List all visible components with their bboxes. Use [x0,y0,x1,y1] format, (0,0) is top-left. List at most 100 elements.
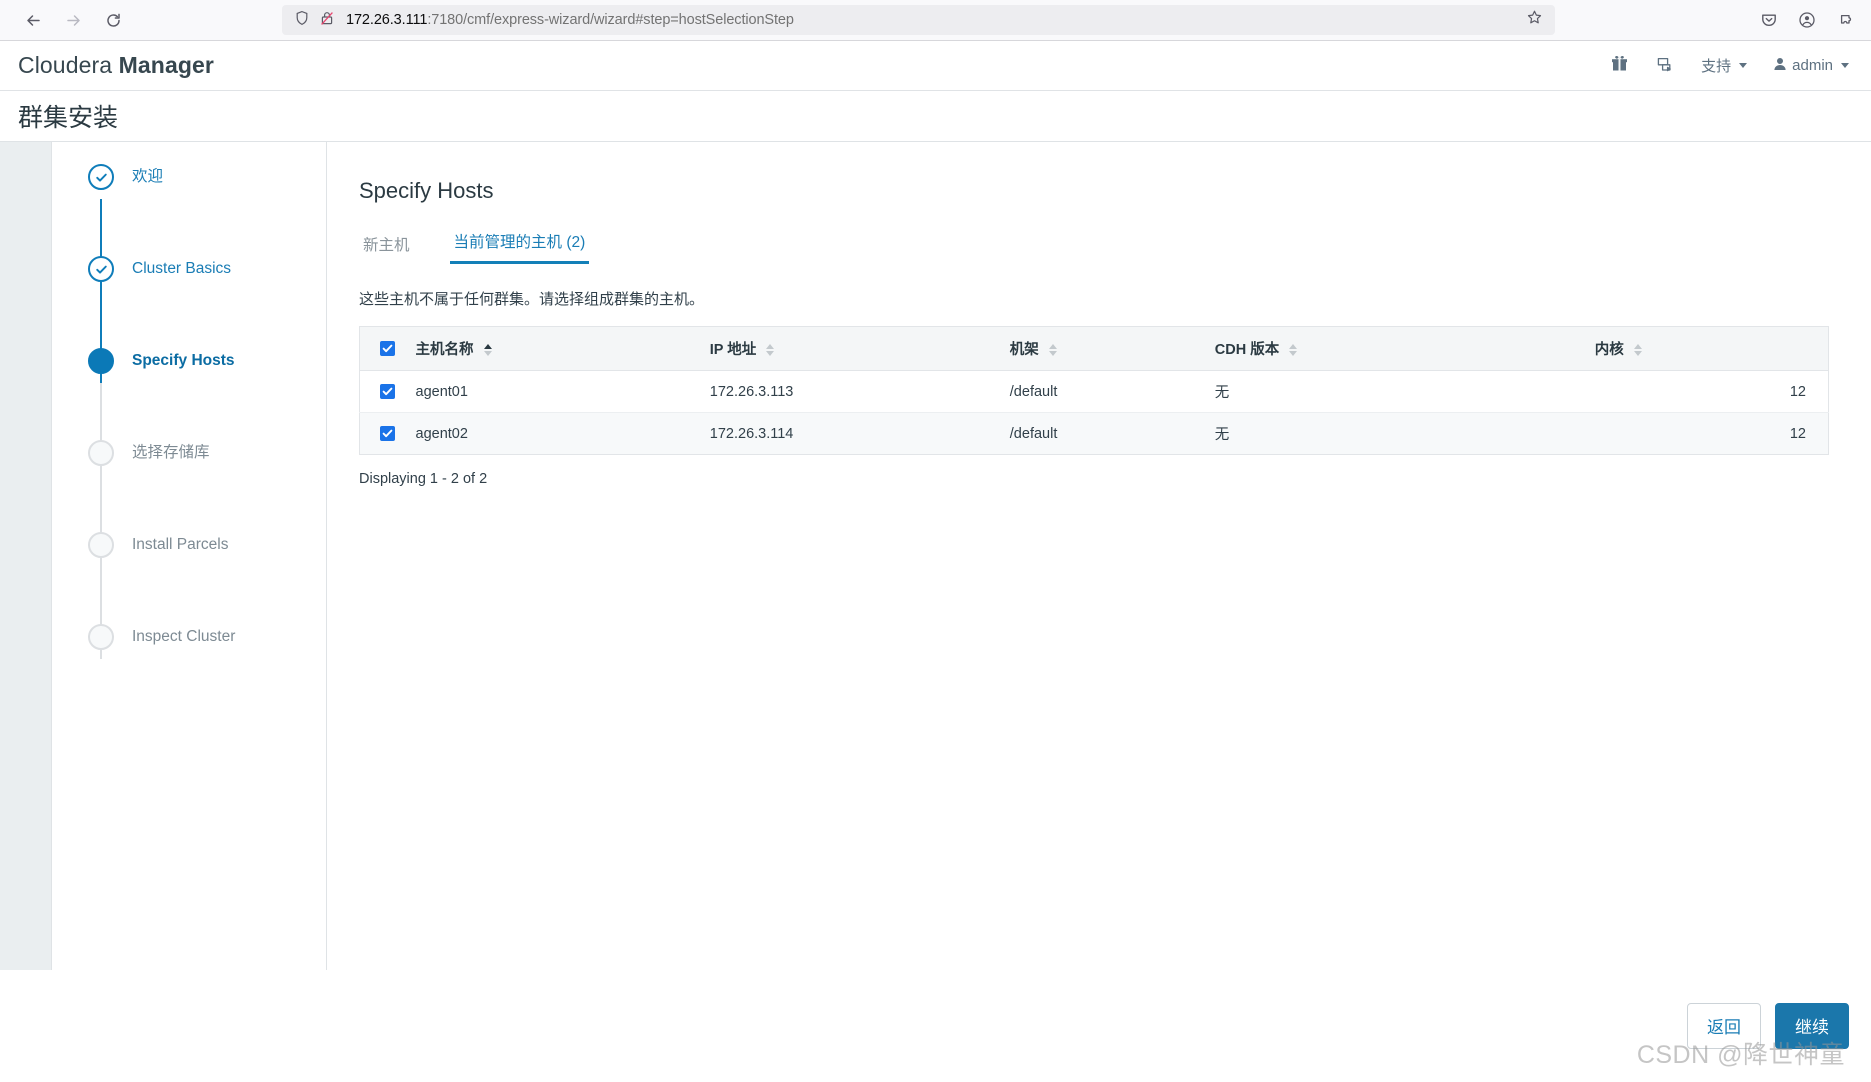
column-cdh-version-label: CDH 版本 [1214,342,1280,358]
app-header: Cloudera Manager 支持 admin [0,41,1871,91]
url-text[interactable]: 172.26.3.111:7180/cmf/express-wizard/wiz… [346,12,1521,28]
step-label: 选择存储库 [132,444,210,461]
select-all-checkbox[interactable] [380,341,395,357]
column-rack[interactable]: 机架 [999,326,1205,371]
step-status-active-icon [88,348,114,374]
parcel-icon [1655,54,1675,78]
column-ip-address[interactable]: IP 地址 [699,326,1000,371]
reload-button[interactable] [96,3,130,37]
account-button[interactable] [1791,4,1823,36]
puzzle-piece-icon [1836,11,1854,29]
extensions-button[interactable] [1829,4,1861,36]
tab-new-hosts[interactable]: 新主机 [359,233,414,264]
user-menu[interactable]: admin [1773,57,1849,75]
step-label: Specify Hosts [132,352,235,369]
cell-cores: 12 [1584,370,1829,413]
chevron-down-icon [1841,63,1849,68]
forward-button[interactable] [56,3,90,37]
sidebar-item-select-repository[interactable]: 选择存储库 [52,440,326,532]
step-label: Cluster Basics [132,260,232,277]
section-description: 这些主机不属于任何群集。请选择组成群集的主机。 [359,291,705,308]
step-label: 欢迎 [132,168,164,185]
table-row[interactable]: agent01 172.26.3.113 /default 无 12 [359,370,1829,413]
section-title: Specify Hosts [359,178,494,203]
cell-ip-address: 172.26.3.113 [699,370,1000,413]
tab-currently-managed-hosts[interactable]: 当前管理的主机 (2) [449,230,590,264]
column-cdh-version[interactable]: CDH 版本 [1204,326,1585,371]
shield-icon[interactable] [294,10,310,31]
back-button[interactable] [16,3,50,37]
cell-hostname: agent01 [405,370,700,413]
column-hostname-label: 主机名称 [415,342,474,358]
column-hostname[interactable]: 主机名称 [405,326,700,371]
page-title: 群集安装 [18,104,119,132]
row-checkbox[interactable] [380,426,395,442]
host-tabs: 新主机 当前管理的主机 (2) [359,230,1829,264]
table-body: agent01 172.26.3.113 /default 无 12 agent… [359,370,1829,455]
app-logo[interactable]: Cloudera Manager [18,52,214,79]
cell-cdh-version: 无 [1204,370,1585,413]
row-checkbox[interactable] [380,384,395,400]
parcel-button[interactable] [1655,54,1675,78]
arrow-right-icon [65,12,82,29]
table-header: 主机名称 IP 地址 机架 CDH 版本 内核 [359,326,1829,371]
support-label: 支持 [1701,58,1732,75]
column-ip-address-label: IP 地址 [709,342,757,358]
hosts-table: 主机名称 IP 地址 机架 CDH 版本 内核 agent01 172.26.3… [359,326,1829,455]
sort-arrows-ascending-icon[interactable] [483,344,492,357]
chevron-down-icon [1739,63,1748,68]
cell-rack: /default [999,370,1205,413]
account-circle-icon [1798,11,1816,29]
cell-ip-address: 172.26.3.114 [699,412,1000,455]
gift-button[interactable] [1610,54,1629,77]
browser-toolbar: 172.26.3.111:7180/cmf/express-wizard/wiz… [0,0,1871,41]
wizard-body: 欢迎 Cluster Basics Specify Hosts 选择存储库 In… [0,142,1871,970]
support-menu[interactable]: 支持 [1701,55,1748,76]
browser-right-actions [1753,4,1861,36]
sort-arrows-icon[interactable] [1289,344,1298,357]
sort-arrows-icon[interactable] [1048,344,1057,357]
continue-button[interactable]: 继续 [1775,1002,1849,1049]
step-status-done-icon [88,256,114,282]
step-status-done-icon [88,164,114,190]
arrow-left-icon [25,12,42,29]
sidebar-item-inspect-cluster[interactable]: Inspect Cluster [52,624,326,716]
cell-cdh-version: 无 [1204,412,1585,455]
column-cores[interactable]: 内核 [1584,326,1829,371]
column-rack-label: 机架 [1009,342,1039,358]
sort-arrows-icon[interactable] [766,344,775,357]
gift-icon [1610,54,1629,77]
wizard-steps: 欢迎 Cluster Basics Specify Hosts 选择存储库 In… [52,142,327,970]
cell-hostname: agent02 [405,412,700,455]
page-title-bar: 群集安装 [0,91,1871,142]
bookmark-button[interactable] [1521,7,1547,33]
user-label: admin [1792,57,1833,74]
pagination-summary: Displaying 1 - 2 of 2 [359,471,488,487]
url-bar[interactable]: 172.26.3.111:7180/cmf/express-wizard/wiz… [282,5,1555,35]
column-cores-label: 内核 [1594,342,1624,358]
cell-rack: /default [999,412,1205,455]
star-icon [1526,9,1543,31]
sidebar-item-cluster-basics[interactable]: Cluster Basics [52,256,326,348]
pocket-button[interactable] [1753,4,1785,36]
wizard-footer: 返回 继续 CSDN @降世神童 [0,970,1871,1081]
sidebar-item-install-parcels[interactable]: Install Parcels [52,532,326,624]
sidebar-item-specify-hosts[interactable]: Specify Hosts [52,348,326,440]
table-row[interactable]: agent02 172.26.3.114 /default 无 12 [359,412,1829,455]
step-status-todo-icon [88,624,114,650]
back-button[interactable]: 返回 [1687,1002,1761,1049]
cell-cores: 12 [1584,412,1829,455]
row-checkbox-cell[interactable] [359,412,406,455]
lock-crossed-icon[interactable] [319,10,335,31]
left-gutter [0,142,52,970]
main-content: Specify Hosts 新主机 当前管理的主机 (2) 这些主机不属于任何群… [327,142,1871,970]
sidebar-item-welcome[interactable]: 欢迎 [52,164,326,256]
user-icon [1773,57,1787,75]
app-header-actions: 支持 admin [1610,54,1849,78]
pocket-save-icon [1760,11,1778,29]
column-select-all[interactable] [359,326,406,371]
step-label: Install Parcels [132,536,229,553]
sort-arrows-icon[interactable] [1633,344,1642,357]
reload-icon [105,12,122,29]
row-checkbox-cell[interactable] [359,370,406,413]
